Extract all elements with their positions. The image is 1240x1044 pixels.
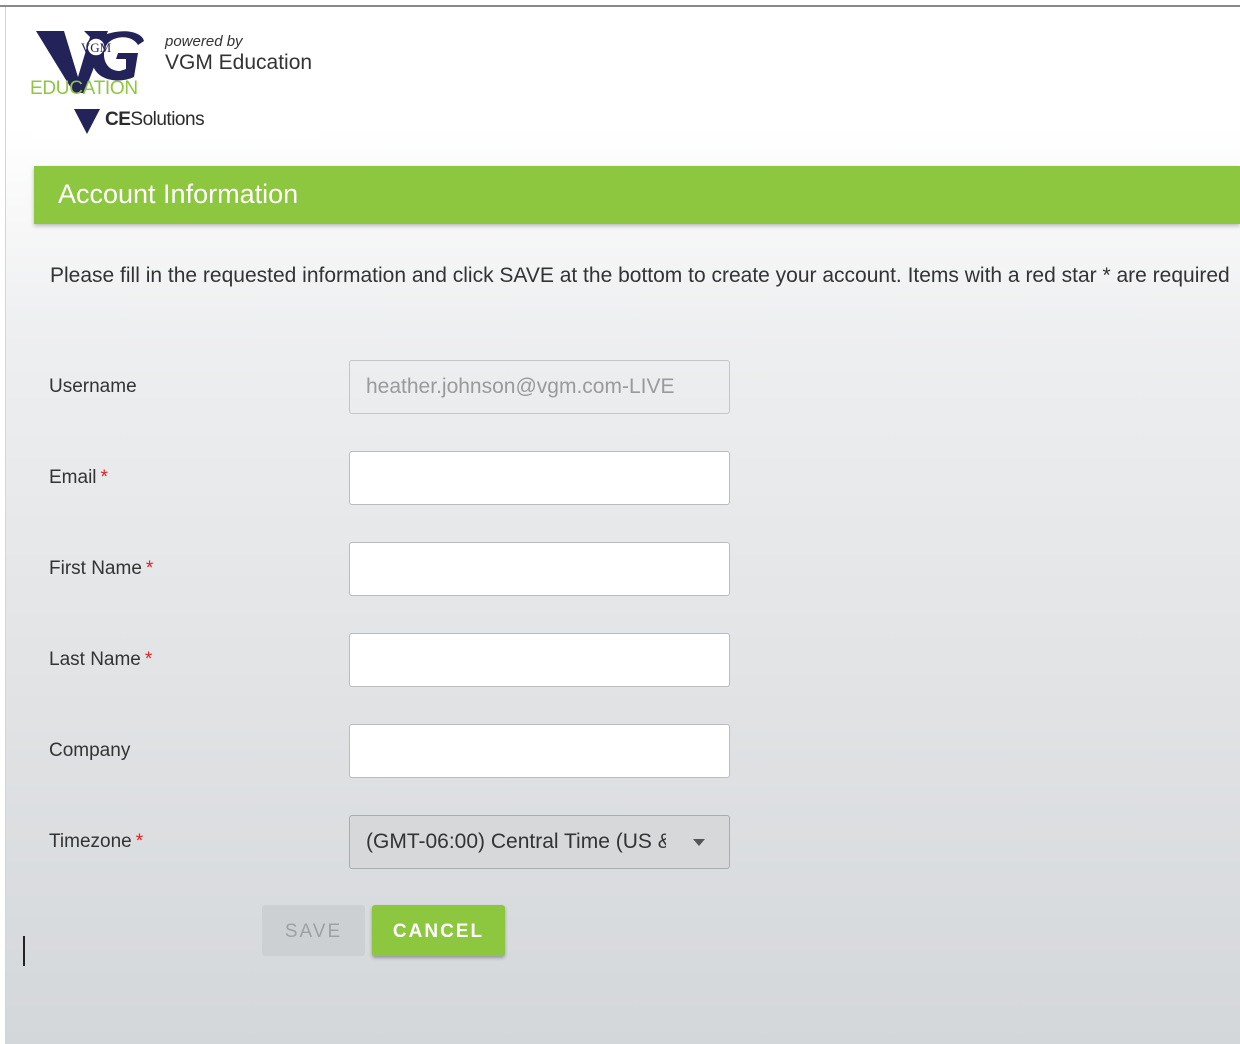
caret-down-icon — [693, 839, 705, 846]
email-label-text: Email — [49, 467, 97, 488]
ce-solutions-logo: CESolutions — [74, 107, 224, 135]
company-name: VGM Education — [165, 51, 313, 74]
email-field[interactable] — [349, 451, 730, 505]
company-field[interactable] — [349, 724, 730, 778]
timezone-select[interactable]: (GMT-06:00) Central Time (US & Canada) — [349, 815, 730, 869]
required-star: * — [144, 649, 153, 670]
first-name-label: First Name * — [49, 558, 153, 580]
page-title: Account Information — [58, 179, 299, 209]
ce-solutions-text: CESolutions — [105, 109, 205, 131]
timezone-label-text: Timezone — [49, 831, 132, 852]
first-name-label-text: First Name — [49, 558, 142, 579]
email-label: Email * — [49, 467, 108, 489]
timezone-selected-value: (GMT-06:00) Central Time (US & Canada) — [366, 830, 666, 853]
last-name-field[interactable] — [349, 633, 730, 687]
required-star: * — [145, 558, 154, 579]
logo-solutions-text: Solutions — [130, 109, 205, 130]
username-label: Username — [49, 376, 137, 398]
triangle-icon — [74, 109, 100, 134]
company-label-text: Company — [49, 740, 131, 761]
logo-education-text: EDUCATION — [30, 78, 138, 99]
company-label: Company — [49, 740, 130, 762]
required-star: * — [135, 831, 144, 852]
username-field: heather.johnson@vgm.com-LIVE — [349, 360, 730, 414]
save-button[interactable]: SAVE — [262, 905, 365, 956]
required-star: * — [100, 467, 108, 488]
logo-monogram: VGM — [81, 40, 112, 55]
timezone-label: Timezone * — [49, 831, 143, 853]
powered-by-label: powered by — [165, 33, 243, 50]
last-name-label-text: Last Name — [49, 649, 141, 670]
brand-logo: VGM EDUCATION CESolutions powered by VGM… — [30, 23, 320, 138]
page-body: VGM EDUCATION CESolutions powered by VGM… — [6, 7, 1240, 1044]
cancel-button[interactable]: CANCEL — [372, 905, 505, 956]
username-label-text: Username — [49, 376, 137, 397]
logo-ce-text: CE — [105, 109, 131, 130]
section-header: Account Information — [34, 166, 1240, 224]
instructions-text: Please fill in the requested information… — [50, 264, 1230, 287]
first-name-field[interactable] — [349, 542, 730, 596]
last-name-label: Last Name * — [49, 649, 152, 671]
text-cursor — [23, 936, 25, 966]
